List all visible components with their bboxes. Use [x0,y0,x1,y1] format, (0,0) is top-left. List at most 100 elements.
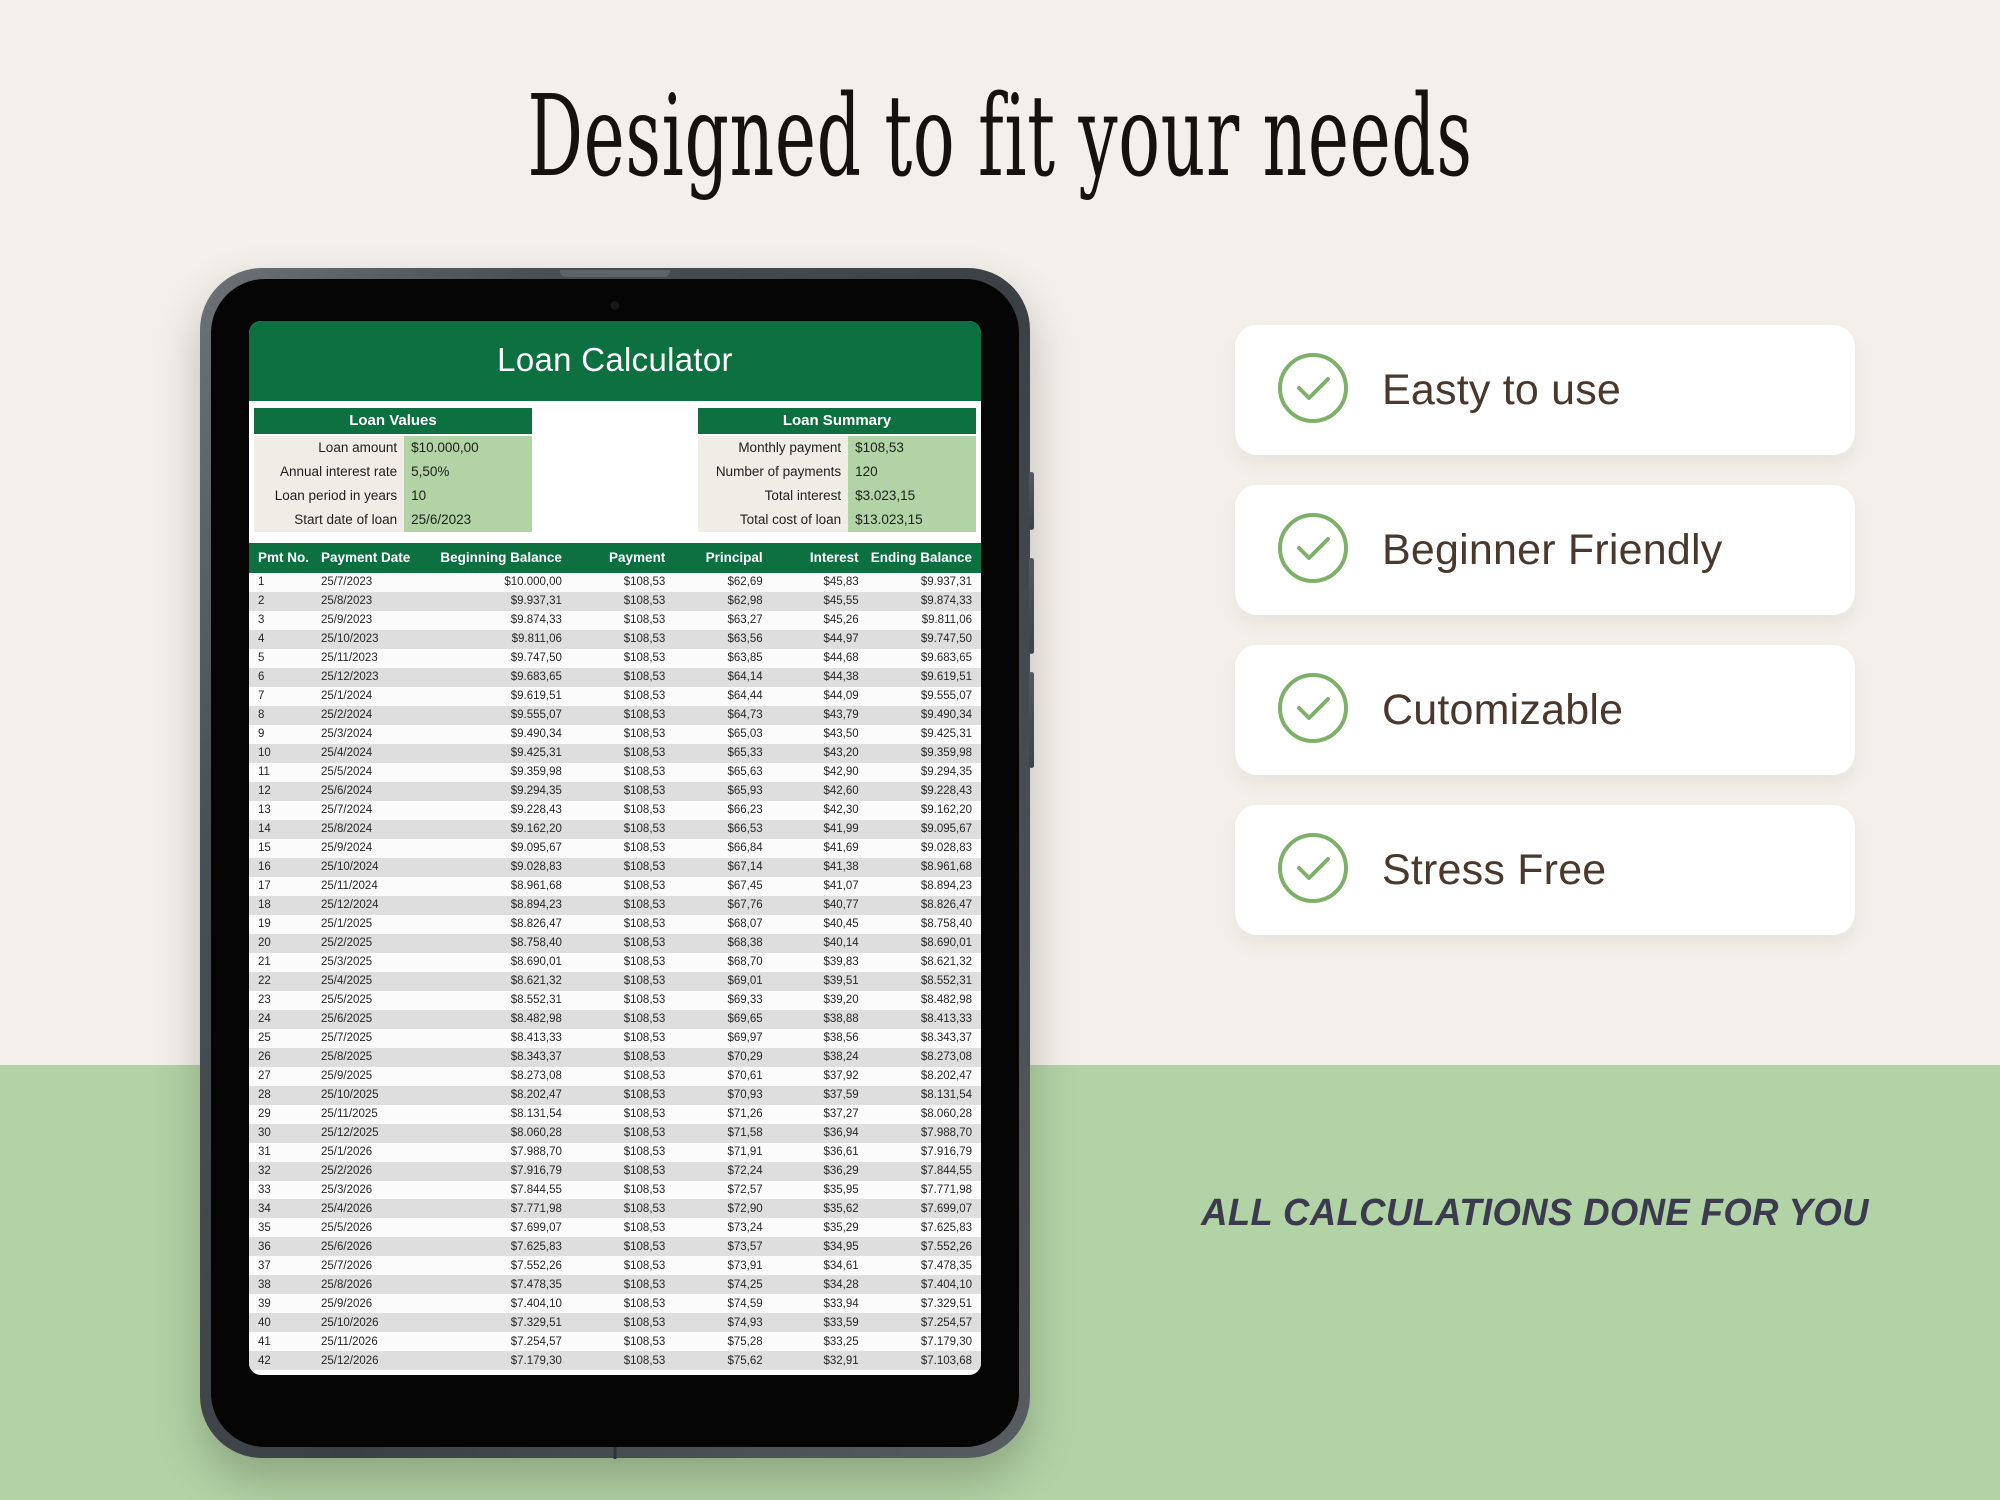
cell-pmt-no: 8 [258,709,265,722]
cell-pmt-no: 15 [258,842,271,855]
cell-pmt-no: 33 [258,1183,271,1196]
cell-pmt-no: 29 [258,1107,271,1120]
loan-values-heading: Loan Values [254,408,532,434]
tablet-screen: Loan Calculator Loan Values Loan amount … [249,321,981,1375]
cell-interest: $36,61 [823,1145,859,1158]
cell-payment: $108,53 [623,1164,666,1177]
column-header-payment[interactable]: Payment [567,543,672,573]
cell-payment: $108,53 [623,652,666,665]
tablet-power-button[interactable] [1029,472,1034,530]
cell-principal: $74,93 [727,1316,763,1329]
field-value[interactable]: 5,50% [404,460,532,484]
loan-summary-row: Number of payments 120 [698,460,976,484]
cell-beginning-balance: $10.000,00 [504,576,562,589]
cell-principal: $75,28 [727,1335,763,1348]
feature-card[interactable]: Beginner Friendly [1235,485,1855,615]
cell-interest: $35,29 [823,1221,859,1234]
column-header-payment-date[interactable]: Payment Date [315,543,430,573]
field-value[interactable]: 25/6/2023 [404,508,532,532]
cell-beginning-balance: $9.162,20 [510,823,562,836]
cell-ending-balance: $8.131,54 [920,1088,972,1101]
cell-payment: $108,53 [623,1297,666,1310]
column-header-ending-balance[interactable]: Ending Balance [864,543,981,573]
table-row: 5 25/11/2023 $9.747,50 $108,53 $63,85 $44,68 $… [249,648,981,668]
cell-principal: $64,73 [727,709,763,722]
cell-payment: $108,53 [623,1032,666,1045]
field-value: $13.023,15 [848,508,976,532]
table-row: 2 25/8/2023 $9.937,31 $108,53 $62,98 $45,55 $9… [249,591,981,611]
cell-principal: $70,61 [727,1069,763,1082]
cell-interest: $38,56 [823,1032,859,1045]
cell-pmt-no: 12 [258,785,271,798]
cell-payment: $108,53 [623,1107,666,1120]
cell-payment-date: 25/2/2026 [321,1164,373,1177]
cell-interest: $36,29 [823,1164,859,1177]
feature-card[interactable]: Cutomizable [1235,645,1855,775]
loan-values-panel: Loan Values Loan amount $10.000,00 Annua… [254,408,532,532]
tablet-frame: Loan Calculator Loan Values Loan amount … [200,268,1034,1459]
cell-ending-balance: $8.961,68 [920,861,972,874]
field-value: $3.023,15 [848,484,976,508]
cell-beginning-balance: $8.621,32 [510,975,562,988]
cell-beginning-balance: $7.916,79 [510,1164,562,1177]
cell-pmt-no: 32 [258,1164,271,1177]
cell-payment-date: 25/6/2025 [321,1013,373,1026]
cell-interest: $39,83 [823,956,859,969]
cell-principal: $64,44 [727,690,763,703]
field-label: Number of payments [698,460,849,484]
cell-ending-balance: $9.555,07 [920,690,972,703]
cell-payment: $108,53 [623,1240,666,1253]
field-label: Monthly payment [698,436,849,460]
table-row: 19 25/1/2025 $8.826,47 $108,53 $68,07 $40,45 $… [249,914,981,934]
cell-ending-balance: $8.343,37 [920,1032,972,1045]
cell-payment-date: 25/7/2025 [321,1032,373,1045]
cell-interest: $38,24 [823,1051,859,1063]
cell-interest: $32,91 [823,1354,859,1367]
cell-payment-date: 25/9/2025 [321,1069,373,1082]
cell-pmt-no: 34 [258,1202,271,1215]
column-header-pmt-no[interactable]: Pmt No. [249,543,316,573]
cell-payment: $108,53 [623,1183,666,1196]
cell-beginning-balance: $9.294,35 [510,785,562,798]
cell-ending-balance: $9.811,06 [921,614,972,627]
cell-interest: $34,28 [823,1278,859,1291]
field-value[interactable]: $10.000,00 [404,436,532,460]
cell-payment-date: 25/5/2025 [321,994,373,1007]
feature-card[interactable]: Easty to use [1235,325,1855,455]
cell-ending-balance: $8.482,98 [920,994,972,1007]
table-row: 24 25/6/2025 $8.482,98 $108,53 $69,65 $38,88 $… [249,1009,981,1029]
column-header-interest[interactable]: Interest [768,543,865,573]
cell-beginning-balance: $7.179,30 [510,1354,562,1367]
cell-payment-date: 25/3/2024 [321,728,373,741]
page-title: Designed to fit your needs [527,72,1473,202]
feature-card[interactable]: Stress Free [1235,805,1855,935]
table-row: 8 25/2/2024 $9.555,07 $108,53 $64,73 $43,79 $9… [249,705,981,725]
field-value[interactable]: 10 [404,484,532,508]
cell-beginning-balance: $9.095,67 [510,842,562,855]
cell-principal: $72,90 [727,1202,763,1215]
column-header-beginning-balance[interactable]: Beginning Balance [429,543,568,573]
cell-payment: $108,53 [623,747,666,760]
table-row: 18 25/12/2024 $8.894,23 $108,53 $67,76 $40,77… [249,895,981,915]
spreadsheet-title: Loan Calculator [249,321,981,401]
tablet-volume-down-button[interactable] [1029,672,1034,768]
cell-pmt-no: 31 [258,1145,271,1158]
column-header-principal[interactable]: Principal [671,543,769,573]
cell-payment-date: 25/10/2023 [321,633,379,646]
tablet-volume-up-button[interactable] [1029,558,1034,654]
cell-payment-date: 25/12/2026 [321,1354,379,1367]
field-label: Loan amount [254,436,405,460]
table-row: 27 25/9/2025 $8.273,08 $108,53 $70,61 $37,92 $… [249,1066,981,1086]
field-value: 120 [848,460,976,484]
cell-pmt-no: 37 [258,1259,271,1272]
cell-ending-balance: $8.758,40 [920,918,972,931]
cell-payment: $108,53 [623,709,666,722]
cell-interest: $43,79 [823,709,859,722]
cell-ending-balance: $8.826,47 [920,899,972,912]
cell-ending-balance: $8.552,31 [920,975,972,988]
cell-beginning-balance: $9.028,83 [510,861,562,874]
cell-beginning-balance: $7.625,83 [510,1240,562,1253]
tablet-mockup: Loan Calculator Loan Values Loan amount … [200,268,1034,1459]
cell-principal: $62,69 [727,576,763,589]
cell-interest: $44,38 [823,671,859,684]
